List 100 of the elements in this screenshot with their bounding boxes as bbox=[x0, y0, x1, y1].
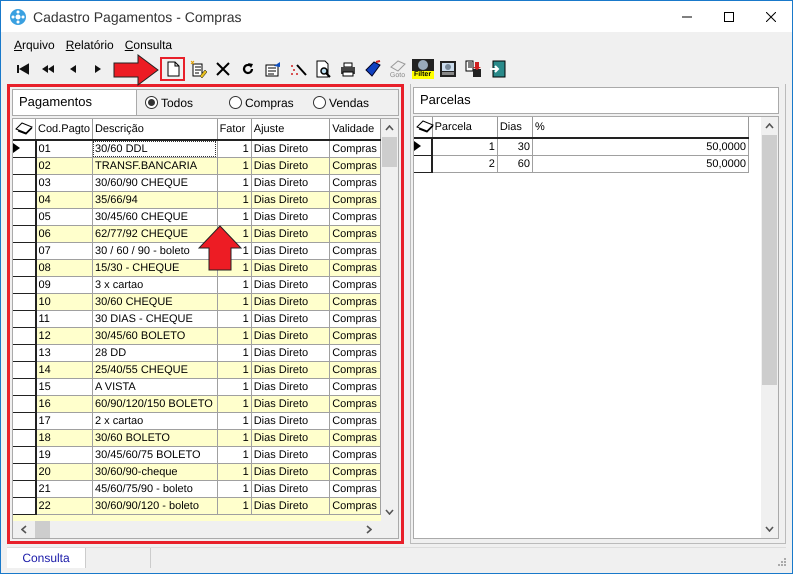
table-cell: 30/60 DDL bbox=[92, 140, 218, 158]
table-cell: Dias Direto bbox=[251, 140, 330, 158]
app-logo-icon bbox=[9, 8, 27, 26]
table-cell: Dias Direto bbox=[251, 260, 330, 276]
menu-item[interactable]: Consulta bbox=[124, 38, 172, 52]
column-header[interactable]: Cod.Pagto bbox=[36, 119, 92, 140]
column-header[interactable]: Dias bbox=[497, 117, 533, 138]
table-cell: 1 bbox=[217, 412, 252, 430]
scrollbar-thumb[interactable] bbox=[762, 135, 777, 385]
toolbar-button[interactable] bbox=[160, 57, 185, 81]
table-cell: Dias Direto bbox=[251, 378, 330, 396]
table-cell: 14 bbox=[36, 362, 92, 378]
scroll-up-icon[interactable] bbox=[385, 125, 394, 131]
page-disk-icon bbox=[464, 60, 482, 78]
table-cell: Dias Direto bbox=[251, 480, 330, 498]
scroll-left-icon[interactable] bbox=[21, 525, 27, 534]
table-cell: 30/45/60 BOLETO bbox=[92, 328, 218, 344]
column-header[interactable]: Ajuste bbox=[251, 119, 330, 140]
maximize-icon[interactable] bbox=[724, 12, 734, 22]
annotation-arrow bbox=[198, 225, 242, 271]
table-cell: 1 bbox=[217, 378, 252, 396]
table-cell: Dias Direto bbox=[251, 412, 330, 430]
table-cell: 1 bbox=[217, 464, 252, 480]
table-cell: 1 bbox=[217, 480, 252, 498]
table-cell: 60 bbox=[497, 156, 533, 172]
resize-grip-icon[interactable] bbox=[778, 558, 786, 566]
column-header[interactable]: Fator bbox=[217, 119, 252, 140]
column-header[interactable]: % bbox=[532, 117, 748, 138]
table-cell: 45/60/75/90 - boleto bbox=[92, 480, 218, 498]
table-cell: 60/90/120/150 BOLETO bbox=[92, 396, 218, 412]
status-tab[interactable]: Consulta bbox=[7, 548, 86, 568]
table-cell: 50,0000 bbox=[532, 156, 748, 172]
table-cell: 30/60/90/120 - boleto bbox=[92, 498, 218, 514]
table-cell: Dias Direto bbox=[251, 174, 330, 192]
radio-dot[interactable] bbox=[313, 96, 326, 109]
table-cell: 06 bbox=[36, 226, 92, 242]
table-cell: Dias Direto bbox=[251, 310, 330, 328]
menu-item[interactable]: Arquivo bbox=[14, 38, 55, 52]
table-cell: Dias Direto bbox=[251, 226, 330, 242]
scroll-down-icon[interactable] bbox=[765, 526, 774, 532]
table-cell: 1 bbox=[217, 362, 252, 378]
table-cell: 2 x cartao bbox=[92, 412, 218, 430]
table-cell: Dias Direto bbox=[251, 430, 330, 446]
table-cell: A VISTA bbox=[92, 378, 218, 396]
table-cell: 25/40/55 CHEQUE bbox=[92, 362, 218, 378]
radio-dot[interactable] bbox=[229, 96, 242, 109]
next-icon bbox=[94, 65, 100, 73]
printer-icon bbox=[338, 60, 356, 78]
table-cell: 15/30 - CHEQUE bbox=[92, 260, 218, 276]
table-cell: Compras bbox=[330, 430, 380, 446]
radio-option[interactable]: Vendas bbox=[313, 96, 397, 110]
monitor-icon bbox=[438, 60, 456, 78]
scroll-down-icon[interactable] bbox=[385, 509, 394, 515]
scroll-up-icon[interactable] bbox=[765, 123, 774, 129]
table-cell: 30/60/90 CHEQUE bbox=[92, 174, 218, 192]
table-cell: 1 bbox=[217, 498, 252, 514]
radio-option[interactable]: Compras bbox=[229, 96, 313, 110]
table-cell: Dias Direto bbox=[251, 396, 330, 412]
table-cell: Dias Direto bbox=[251, 362, 330, 378]
table-cell: Dias Direto bbox=[251, 158, 330, 174]
table-cell: 01 bbox=[36, 140, 92, 158]
table-cell: Compras bbox=[330, 464, 380, 480]
table-cell: 30/60 CHEQUE bbox=[92, 294, 218, 310]
table-cell: 20 bbox=[36, 464, 92, 480]
table-cell: Compras bbox=[330, 226, 380, 242]
delete-icon bbox=[214, 60, 232, 78]
table-cell: 35/66/94 bbox=[92, 192, 218, 208]
table-cell: 21 bbox=[36, 480, 92, 498]
window-title: Cadastro Pagamentos - Compras bbox=[33, 8, 242, 24]
table-cell: 19 bbox=[36, 446, 92, 464]
column-header[interactable]: Validade bbox=[330, 119, 380, 140]
table-cell: 30/60 BOLETO bbox=[92, 430, 218, 446]
column-header[interactable]: Parcela bbox=[432, 117, 498, 138]
table-cell: 1 bbox=[217, 140, 252, 158]
radio-option[interactable]: Todos bbox=[145, 96, 229, 110]
table-cell: 1 bbox=[217, 446, 252, 464]
table-cell: 1 bbox=[217, 396, 252, 412]
table-cell: Compras bbox=[330, 378, 380, 396]
page-magnifier-icon bbox=[314, 60, 332, 78]
door-icon bbox=[488, 60, 506, 78]
menu-item[interactable]: Relatório bbox=[66, 38, 114, 52]
table-cell: 30 bbox=[497, 138, 533, 156]
radio-label: Compras bbox=[245, 96, 294, 110]
table-cell: 30/60/90-cheque bbox=[92, 464, 218, 480]
vertical-scrollbar[interactable] bbox=[381, 119, 398, 521]
horizontal-scrollbar[interactable] bbox=[13, 521, 398, 538]
table-cell: Compras bbox=[330, 192, 380, 208]
table-cell: 05 bbox=[36, 208, 92, 226]
table-cell: Dias Direto bbox=[251, 242, 330, 260]
scrollbar-thumb[interactable] bbox=[35, 521, 50, 538]
vertical-scrollbar[interactable] bbox=[761, 117, 778, 538]
close-icon[interactable] bbox=[766, 12, 776, 22]
table-cell: 1 bbox=[217, 294, 252, 310]
column-header[interactable]: Descrição bbox=[92, 119, 218, 140]
table-cell: Dias Direto bbox=[251, 192, 330, 208]
scroll-right-icon[interactable] bbox=[366, 525, 372, 534]
minimize-icon[interactable] bbox=[682, 16, 692, 18]
scrollbar-thumb[interactable] bbox=[382, 137, 397, 167]
radio-label: Vendas bbox=[329, 96, 370, 110]
radio-dot[interactable] bbox=[145, 96, 158, 109]
